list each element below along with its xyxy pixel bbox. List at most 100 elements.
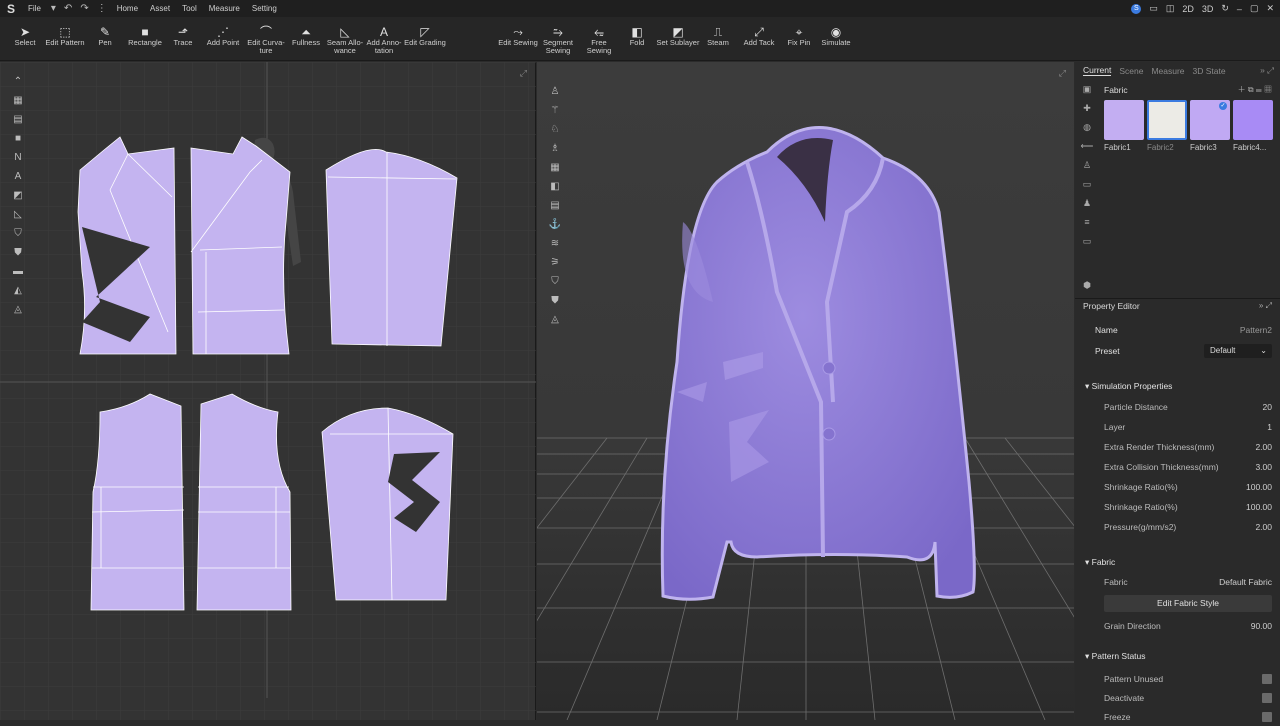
trim-icon[interactable]: ▭ (1080, 179, 1094, 198)
text-icon[interactable]: A (8, 167, 28, 186)
tool-edit-curvature[interactable]: ⌒ Edit Curva- ture (246, 17, 286, 61)
pattern-sleeve-bottom[interactable] (321, 407, 454, 601)
hanger-icon[interactable]: ◬ (547, 310, 563, 329)
menu-tool[interactable]: Tool (176, 4, 203, 13)
binding-icon[interactable]: ▭ (1080, 236, 1094, 255)
texture-icon[interactable]: ▦ (8, 91, 28, 110)
collapse-icon[interactable]: » ⤢ (1260, 65, 1274, 76)
fabric-swatch-1[interactable] (1104, 100, 1144, 140)
pressure-value[interactable]: 2.00 (1255, 518, 1272, 536)
minimize-icon[interactable]: – (1237, 4, 1242, 14)
tool-edit-sewing[interactable]: ⤳ Edit Sewing (498, 17, 538, 61)
tool-edit-grading[interactable]: ◸ Edit Grading (404, 17, 446, 61)
particle-distance-value[interactable]: 20 (1263, 398, 1272, 416)
pattern-front-left[interactable] (77, 136, 177, 355)
tool-add-tack[interactable]: ⤢ Add Tack (740, 17, 778, 61)
tool-fix-pin[interactable]: ⌖ Fix Pin (784, 17, 814, 61)
redo-icon[interactable]: ↷ (76, 3, 92, 14)
tool-add-annotation[interactable]: A Add Anno- tation (366, 17, 402, 61)
user-avatar[interactable]: S (1131, 3, 1142, 14)
button-icon[interactable]: ✚ (1080, 103, 1094, 122)
fabric-section-header[interactable]: ▾ Fabric (1085, 557, 1115, 568)
tool-free-sewing[interactable]: ⥳ Free Sewing (578, 17, 620, 61)
shirt-icon[interactable]: ⛉ (8, 224, 28, 243)
pattern-sleeve-top[interactable] (325, 149, 458, 347)
cube-icon[interactable]: ⬢ (1080, 280, 1094, 299)
menu-measure[interactable]: Measure (203, 4, 246, 13)
file-menu[interactable]: File (22, 4, 47, 13)
tab-measure[interactable]: Measure (1151, 66, 1184, 76)
fabric-icon[interactable]: ▣ (1080, 84, 1094, 103)
undo-icon[interactable]: ↶ (60, 3, 76, 14)
name-value[interactable]: Pattern2 (1240, 321, 1272, 339)
garment-icon[interactable]: ⛊ (8, 243, 28, 262)
corner-icon[interactable]: ◺ (8, 205, 28, 224)
pattern-back-right[interactable] (196, 393, 292, 611)
view-2d-button[interactable]: 2D (1182, 4, 1194, 14)
tool-set-sublayer[interactable]: ◩ Set Sublayer (656, 17, 700, 61)
maximize-icon[interactable]: ▢ (1250, 3, 1259, 14)
menu-setting[interactable]: Setting (246, 4, 283, 13)
collapse-icon[interactable]: » ⤢ (1259, 301, 1272, 311)
coat-3d-model[interactable] (660, 126, 976, 601)
hanger-icon[interactable]: ◬ (8, 300, 28, 319)
stitch-icon[interactable]: ≡ (1080, 217, 1094, 236)
grid-icon[interactable]: ▤ (547, 196, 563, 215)
texture-icon[interactable]: ▦ (547, 158, 563, 177)
refresh-icon[interactable]: ↻ (1221, 3, 1229, 14)
topstitch-icon[interactable]: ◍ (1080, 122, 1094, 141)
tool-rectangle[interactable]: ■ Rectangle (126, 17, 164, 61)
layers-icon[interactable]: ◧ (547, 177, 563, 196)
expand-icon[interactable]: ⤢ (1059, 68, 1066, 79)
edit-fabric-style-button[interactable]: Edit Fabric Style (1104, 595, 1272, 612)
viewport-canvas[interactable] (537, 62, 1074, 720)
measure-icon[interactable]: ⚚ (547, 101, 563, 120)
freeze-checkbox[interactable] (1262, 712, 1272, 722)
fabric-swatch-3[interactable]: ✓ (1190, 100, 1230, 140)
anchor-icon[interactable]: ⚓ (547, 215, 563, 234)
fabric-swatch-2[interactable] (1147, 100, 1187, 140)
avatar-icon[interactable]: ♙ (1080, 160, 1094, 179)
deactivate-checkbox[interactable] (1262, 693, 1272, 703)
pattern-back-left[interactable] (90, 393, 185, 611)
tab-3d-state[interactable]: 3D State (1193, 66, 1226, 76)
fabric-swatch-4[interactable] (1233, 100, 1273, 140)
split-view-icon[interactable]: ◫ (1166, 3, 1175, 14)
shrinkage-weft-value[interactable]: 100.00 (1246, 478, 1272, 496)
wind-icon[interactable]: ≋ (547, 234, 563, 253)
menu-asset[interactable]: Asset (144, 4, 176, 13)
pose-icon[interactable]: ♘ (547, 120, 563, 139)
layer-value[interactable]: 1 (1267, 418, 1272, 436)
pattern-unused-checkbox[interactable] (1262, 674, 1272, 684)
avatar-icon[interactable]: ♙ (547, 82, 563, 101)
tool-select[interactable]: ➤ Select (10, 17, 40, 61)
zipper-icon[interactable]: ⟵ (1080, 141, 1094, 160)
more-icon[interactable]: ⋮ (93, 3, 111, 14)
expand-icon[interactable]: ⤢ (520, 68, 527, 79)
tool-steam[interactable]: ⎍ Steam (704, 17, 732, 61)
tool-add-point[interactable]: ⋰ Add Point (204, 17, 242, 61)
pattern-canvas[interactable] (0, 62, 536, 720)
figure-icon[interactable]: ♟ (1080, 198, 1094, 217)
shoe-icon[interactable]: ⚞ (547, 253, 563, 272)
menu-home[interactable]: Home (111, 4, 144, 13)
fill-icon[interactable]: ■ (8, 129, 28, 148)
render-thickness-value[interactable]: 2.00 (1255, 438, 1272, 456)
collision-thickness-value[interactable]: 3.00 (1255, 458, 1272, 476)
figure-icon[interactable]: ♗ (547, 139, 563, 158)
pattern-2d-window[interactable]: ⌃ ▦ ▤ ■ N A ◩ ◺ ⛉ ⛊ ▬ ◭ ◬ ⤢ (0, 62, 536, 720)
notch-icon[interactable]: N (8, 148, 28, 167)
tool-pen[interactable]: ✎ Pen (92, 17, 118, 61)
shrinkage-warp-value[interactable]: 100.00 (1246, 498, 1272, 516)
layout-icon[interactable]: ▭ (1149, 3, 1158, 14)
garment-icon[interactable]: ⛊ (547, 291, 563, 310)
grain-direction-value[interactable]: 90.00 (1251, 617, 1272, 635)
chevron-up-icon[interactable]: ⌃ (8, 72, 28, 91)
view-3d-button[interactable]: 3D (1202, 4, 1214, 14)
tool-simulate[interactable]: ◉ Simulate (818, 17, 854, 61)
shape-icon[interactable]: ◭ (8, 281, 28, 300)
viewport-3d-window[interactable]: ♙ ⚚ ♘ ♗ ▦ ◧ ▤ ⚓ ≋ ⚞ ⛉ ⛊ ◬ ⤢ (537, 62, 1074, 720)
tool-edit-pattern[interactable]: ⬚ Edit Pattern (44, 17, 86, 61)
tool-seam-allowance[interactable]: ◺ Seam Allo- wance (326, 17, 364, 61)
preset-select[interactable]: Default ⌄ (1204, 344, 1272, 358)
